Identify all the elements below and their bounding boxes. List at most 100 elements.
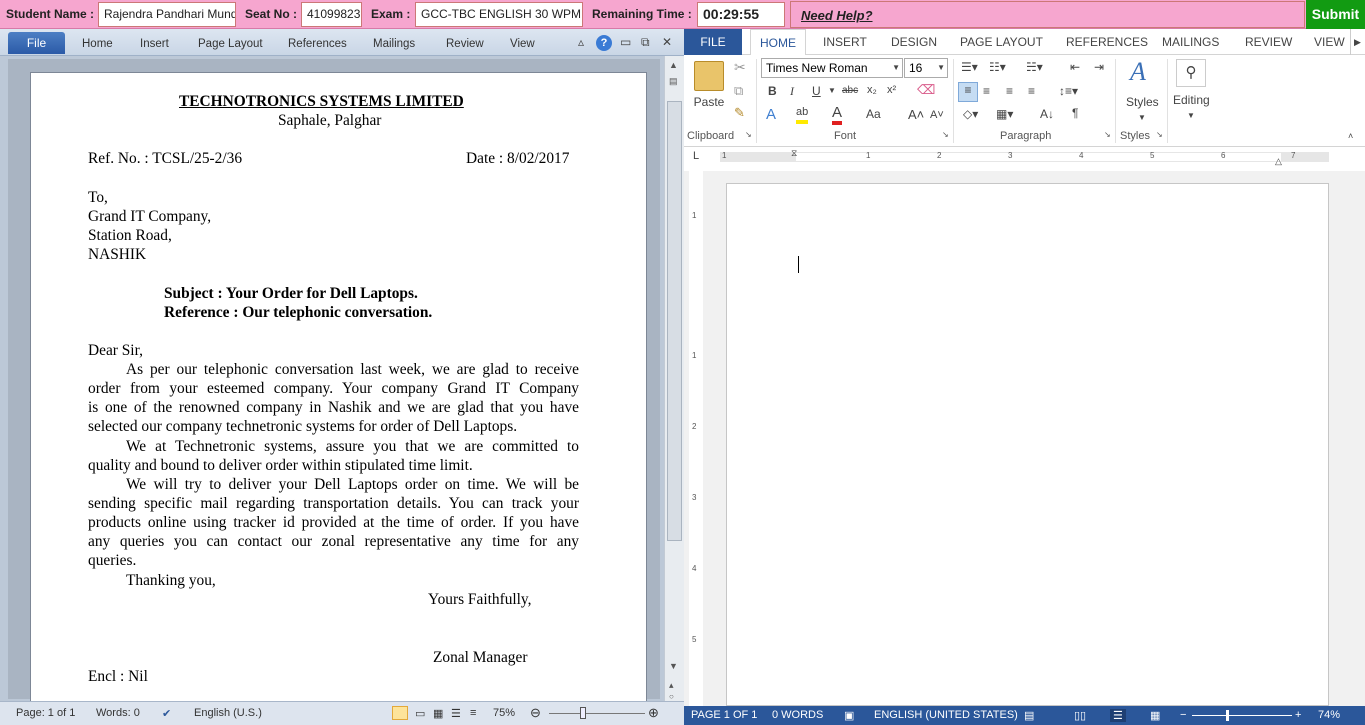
align-right-icon[interactable]: ≡ (1006, 84, 1013, 98)
ruler-toggle-icon[interactable]: ▤ (669, 76, 678, 87)
zoom-in-icon[interactable]: + (1295, 709, 1301, 721)
bullets-icon[interactable]: ☰▾ (961, 60, 978, 74)
zoom-slider-track[interactable] (549, 713, 645, 714)
submit-button[interactable]: Submit (1306, 0, 1365, 29)
tab-review[interactable]: Review (446, 34, 484, 54)
change-case-icon[interactable]: Aa (866, 107, 881, 121)
paste-clipboard-icon[interactable] (694, 61, 724, 91)
scroll-thumb[interactable] (667, 101, 682, 541)
underline-icon[interactable]: U (812, 84, 821, 98)
tab-mailings[interactable]: Mailings (373, 34, 415, 54)
zoom-in-icon[interactable]: ⊕ (648, 705, 659, 721)
bold-icon[interactable]: B (768, 84, 777, 98)
left-language[interactable]: English (U.S.) (194, 707, 262, 719)
left-vertical-scrollbar[interactable]: ▲ ▤ ▼ ▴ ○ (664, 56, 684, 701)
indent-marker-icon[interactable]: ⧖ (791, 148, 797, 159)
typing-page[interactable] (726, 183, 1329, 706)
increase-indent-icon[interactable]: ⇥ (1094, 60, 1104, 74)
web-layout-icon[interactable]: ▦ (1150, 709, 1160, 722)
borders-icon[interactable]: ▦▾ (996, 107, 1013, 121)
proofing-book-icon[interactable]: ▣ (844, 709, 854, 722)
chevron-down-icon[interactable]: ▼ (1138, 113, 1146, 122)
copy-icon[interactable]: ⧉ (734, 83, 743, 99)
font-launcher-icon[interactable]: ↘ (942, 130, 949, 139)
sort-icon[interactable]: A↓ (1040, 107, 1054, 121)
grow-font-icon[interactable]: A˄ (908, 107, 924, 122)
line-spacing-icon[interactable]: ↕≡▾ (1059, 84, 1078, 98)
right-page-count[interactable]: PAGE 1 OF 1 (691, 709, 757, 721)
styles-button[interactable]: Styles (1126, 95, 1159, 109)
clear-formatting-icon[interactable]: ⌫ (917, 82, 935, 98)
scroll-up-icon[interactable]: ▲ (669, 60, 678, 70)
collapse-ribbon-icon[interactable]: ˄ (1348, 131, 1353, 141)
zoom-slider-track[interactable] (1192, 715, 1292, 716)
align-left-icon[interactable]: ≡ (958, 82, 978, 102)
cut-icon[interactable]: ✂ (734, 59, 746, 76)
zoom-slider-thumb[interactable] (1226, 710, 1229, 721)
align-center-icon[interactable]: ≡ (983, 84, 990, 98)
font-name-dropdown[interactable]: Times New Roman ▼ (761, 58, 903, 78)
help-icon[interactable]: ? (596, 35, 612, 51)
font-color-icon[interactable]: A (832, 105, 843, 125)
clipboard-launcher-icon[interactable]: ↘ (745, 130, 752, 139)
subscript-icon[interactable]: x₂ (867, 84, 877, 96)
scroll-down-icon[interactable]: ▼ (669, 661, 678, 671)
find-binoculars-icon[interactable]: ⚲ (1176, 59, 1206, 87)
outline-icon[interactable]: ☰ (451, 707, 461, 720)
tab-references[interactable]: REFERENCES (1066, 29, 1148, 55)
tab-home[interactable]: Home (82, 34, 113, 54)
decrease-indent-icon[interactable]: ⇤ (1070, 60, 1080, 74)
zoom-out-icon[interactable]: − (1180, 709, 1186, 721)
print-layout-icon[interactable]: ☰ (1110, 709, 1126, 722)
print-layout-icon[interactable] (392, 706, 408, 720)
zoom-slider-thumb[interactable] (580, 707, 586, 719)
font-size-dropdown[interactable]: 16 ▼ (904, 58, 948, 78)
tab-page-layout[interactable]: Page Layout (198, 34, 263, 54)
minimize-icon[interactable]: ▭ (620, 35, 631, 49)
format-painter-icon[interactable]: ✎ (734, 105, 745, 121)
paste-button[interactable]: Paste (692, 95, 726, 109)
horizontal-ruler[interactable]: L 1 1 2 3 4 5 6 7 ⧖ △ (684, 147, 1365, 171)
zoom-out-icon[interactable]: ⊖ (530, 705, 541, 721)
right-indent-marker-icon[interactable]: △ (1275, 156, 1282, 167)
macro-record-icon[interactable]: ▤ (1024, 709, 1034, 722)
need-help-link[interactable]: Need Help? (790, 1, 1305, 28)
tab-view[interactable]: VIEW (1314, 29, 1345, 55)
tab-references[interactable]: References (288, 34, 347, 54)
numbering-icon[interactable]: ☷▾ (989, 60, 1006, 74)
draft-icon[interactable]: ≡ (470, 707, 476, 719)
show-formatting-icon[interactable]: ¶ (1072, 106, 1078, 120)
tab-design[interactable]: DESIGN (891, 29, 937, 55)
editing-button[interactable]: Editing (1173, 93, 1210, 107)
styles-icon[interactable]: A (1130, 57, 1146, 87)
restore-icon[interactable]: ⧉ (641, 35, 650, 50)
chevron-down-icon[interactable]: ▼ (828, 86, 836, 95)
tab-review[interactable]: REVIEW (1245, 29, 1292, 55)
right-word-count[interactable]: 0 WORDS (772, 709, 823, 721)
shrink-font-icon[interactable]: A˅ (930, 109, 944, 121)
tab-file[interactable]: FILE (684, 29, 742, 55)
multilevel-list-icon[interactable]: ☵▾ (1026, 60, 1043, 74)
web-layout-icon[interactable]: ▦ (433, 707, 443, 720)
strikethrough-icon[interactable]: abc (842, 85, 858, 96)
superscript-icon[interactable]: x² (887, 84, 896, 96)
right-language[interactable]: ENGLISH (UNITED STATES) (874, 709, 1018, 721)
browse-object-icon[interactable]: ○ (669, 692, 674, 701)
prev-page-icon[interactable]: ▴ (669, 680, 674, 691)
tab-insert[interactable]: INSERT (823, 29, 867, 55)
tab-scroll-right-icon[interactable]: ▶ (1350, 29, 1361, 55)
tab-view[interactable]: View (510, 34, 535, 54)
text-effects-icon[interactable]: A (766, 106, 776, 123)
proofing-check-icon[interactable]: ✔ (162, 707, 171, 720)
right-zoom-level[interactable]: 74% (1318, 709, 1340, 721)
chevron-down-icon[interactable]: ▼ (1187, 111, 1195, 120)
styles-launcher-icon[interactable]: ↘ (1156, 130, 1163, 139)
tab-selector-icon[interactable]: L (693, 150, 699, 162)
tab-file[interactable]: File (8, 32, 65, 54)
italic-icon[interactable]: I (790, 84, 794, 99)
full-screen-icon[interactable]: ▭ (415, 707, 425, 720)
highlight-color-icon[interactable]: ab (796, 106, 809, 124)
tab-mailings[interactable]: MAILINGS (1162, 29, 1219, 55)
justify-icon[interactable]: ≡ (1028, 84, 1035, 98)
read-mode-icon[interactable]: ▯▯ (1074, 709, 1086, 722)
